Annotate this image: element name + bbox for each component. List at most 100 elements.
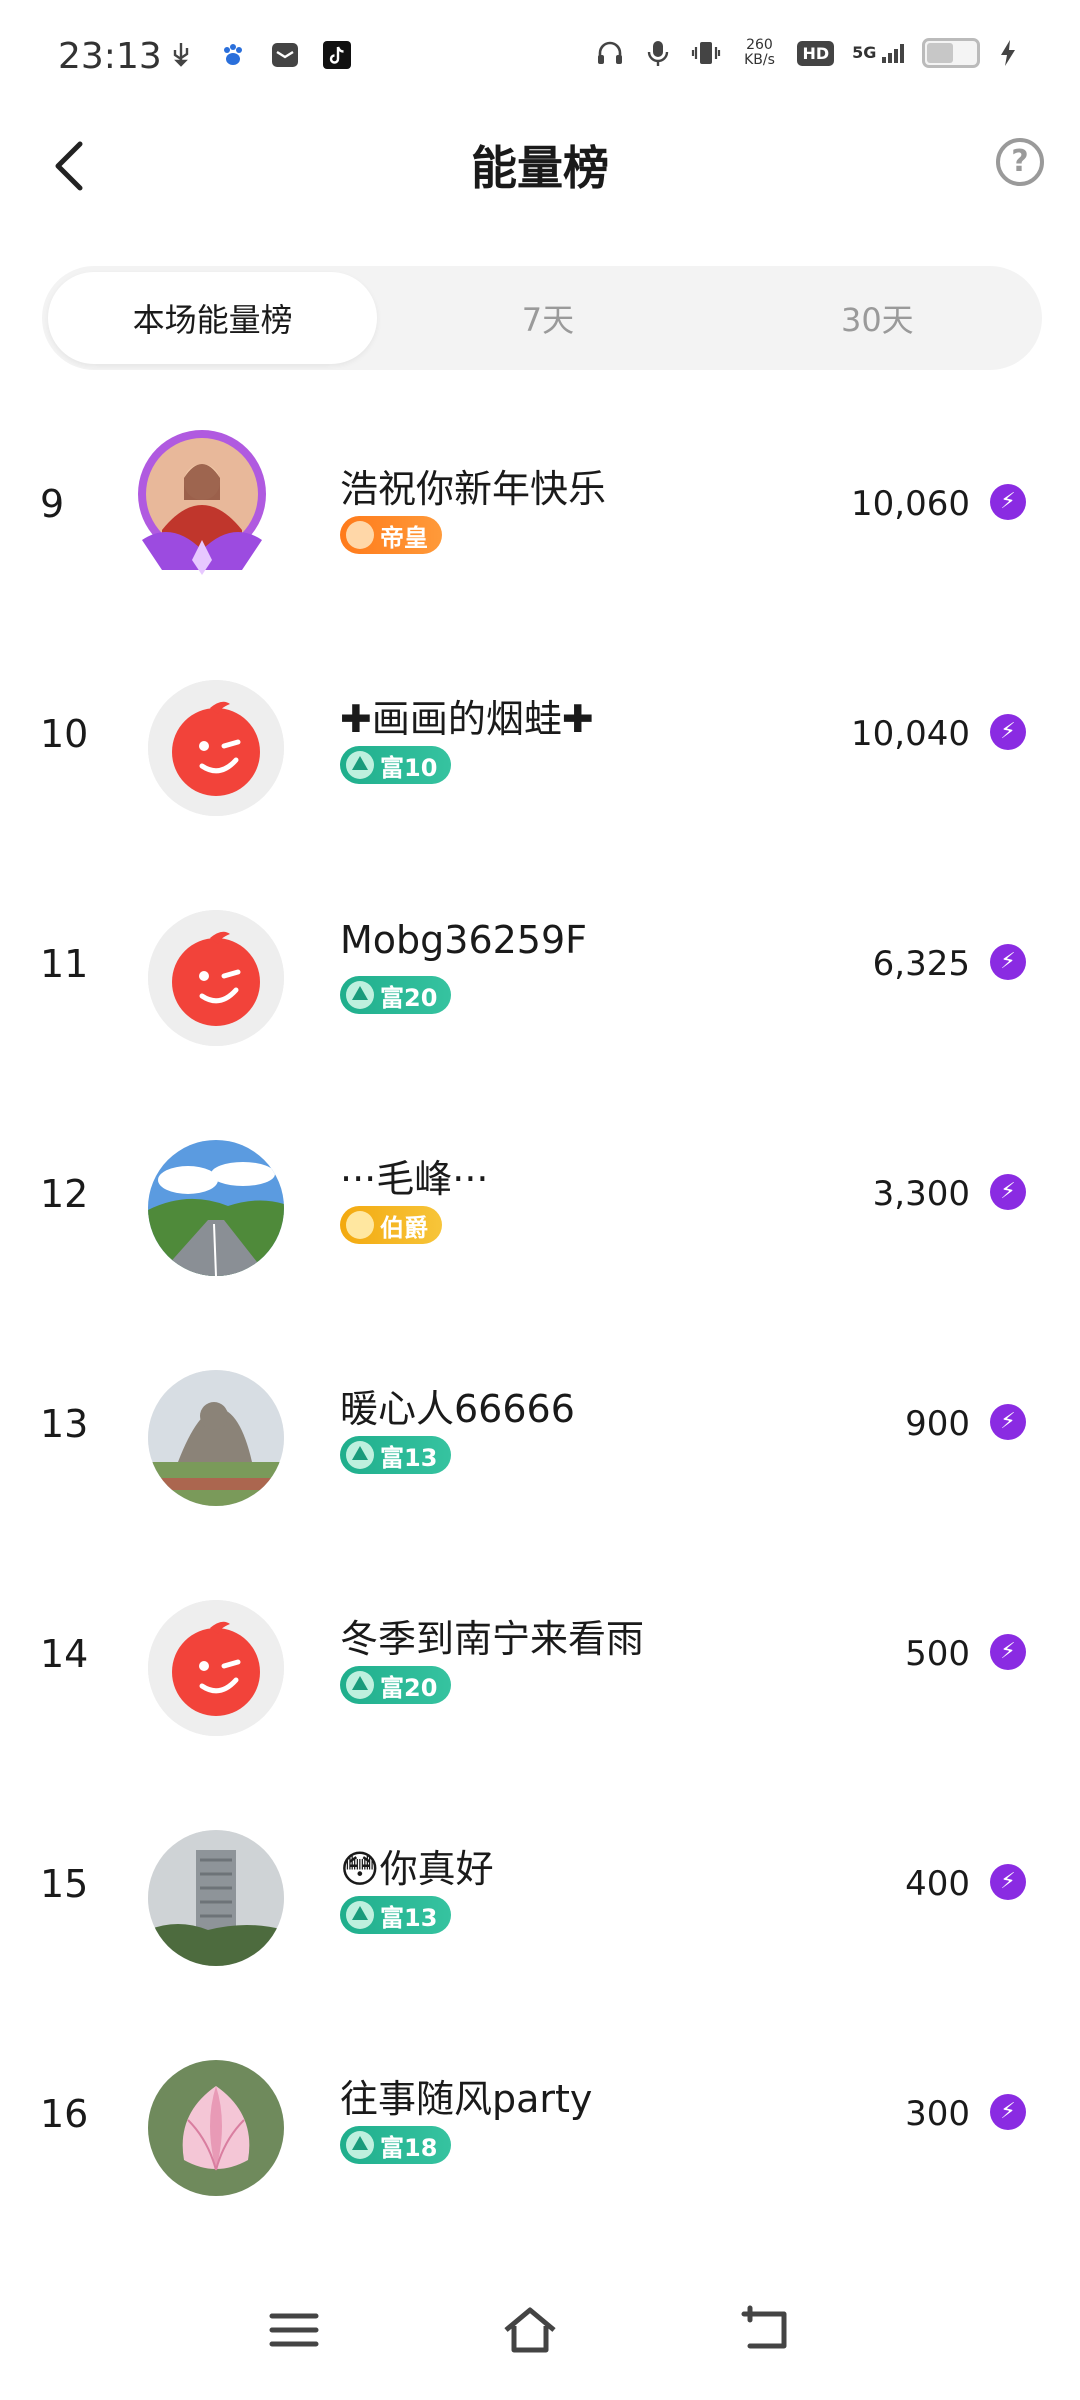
status-left-icons — [166, 40, 352, 70]
menu-button[interactable] — [264, 2300, 324, 2360]
status-time: 23:13 — [58, 36, 162, 77]
energy-bolt-icon — [990, 1634, 1026, 1670]
energy-score: 10,040 — [851, 714, 970, 754]
energy-score: 10,060 — [851, 484, 970, 524]
level-badge-label: 富10 — [380, 753, 438, 782]
level-badge: 富18 — [340, 2126, 452, 2164]
energy-score: 6,325 — [872, 944, 970, 984]
rank-number: 10 — [40, 712, 89, 756]
avatar[interactable] — [122, 420, 282, 580]
microphone-icon — [643, 38, 673, 68]
wealth-level-icon — [346, 751, 374, 779]
level-badge-label: 富13 — [380, 1443, 438, 1472]
wealth-level-icon — [346, 1441, 374, 1469]
net-speed-unit: KB/s — [744, 52, 775, 68]
leaderboard-row[interactable]: 14 冬季到南宁来看雨 富20 500 — [0, 1550, 1080, 1780]
user-name: 😳你真好 — [340, 1847, 494, 1891]
tab-current-session[interactable]: 本场能量榜 — [48, 272, 378, 364]
paw-app-icon — [218, 40, 248, 70]
range-tabs: 本场能量榜 7天 30天 — [42, 266, 1042, 370]
tab-7-days[interactable]: 7天 — [383, 266, 712, 370]
wealth-level-icon — [346, 1901, 374, 1929]
rank-number: 9 — [40, 482, 65, 526]
level-badge-label: 富18 — [380, 2133, 438, 2162]
avatar[interactable] — [148, 1370, 284, 1506]
leaderboard-row[interactable]: 11 Mobg36259F 富20 6,325 — [0, 860, 1080, 1090]
level-badge: 富13 — [340, 1436, 452, 1474]
user-name: Mobg36259F — [340, 918, 588, 962]
user-name: 冬季到南宁来看雨 — [340, 1617, 645, 1661]
rank-number: 13 — [40, 1402, 89, 1446]
rank-number: 16 — [40, 2092, 89, 2136]
rank-number: 15 — [40, 1862, 89, 1906]
level-badge: 帝皇 — [340, 516, 442, 554]
signal-icon: 5G — [852, 43, 904, 64]
user-name: ···毛峰··· — [340, 1157, 489, 1201]
energy-bolt-icon — [990, 944, 1026, 980]
level-badge: 伯爵 — [340, 1206, 442, 1244]
level-badge: 富13 — [340, 1896, 452, 1934]
headphones-icon — [595, 38, 625, 68]
signal-label: 5G — [852, 42, 877, 62]
wealth-level-icon — [346, 2131, 374, 2159]
avatar[interactable] — [148, 1830, 284, 1966]
level-badge: 富20 — [340, 976, 452, 1014]
home-button[interactable] — [500, 2300, 560, 2360]
hd-badge: HD — [797, 40, 835, 66]
energy-bolt-icon — [990, 1174, 1026, 1210]
user-name: 往事随风party — [340, 2077, 593, 2121]
leaderboard-row[interactable]: 16 往事随风party 富18 300 — [0, 2010, 1080, 2240]
energy-score: 400 — [905, 1864, 970, 1904]
leaderboard-row[interactable]: 9 浩祝你新年快乐 帝皇 10,060 — [0, 400, 1080, 630]
rank-number: 11 — [40, 942, 89, 986]
energy-bolt-icon — [990, 1864, 1026, 1900]
charging-icon — [998, 38, 1028, 68]
energy-score: 3,300 — [872, 1174, 970, 1214]
net-speed: 260 KB/s — [739, 38, 779, 68]
avatar[interactable] — [148, 1600, 284, 1736]
energy-score: 900 — [905, 1404, 970, 1444]
tab-30-days[interactable]: 30天 — [713, 266, 1042, 370]
page-title: 能量榜 — [471, 141, 609, 195]
leaderboard-list: 9 浩祝你新年快乐 帝皇 10,060 10 — [0, 400, 1080, 2300]
user-name: ✚画画的烟蛙✚ — [340, 697, 594, 741]
status-bar: 23:13 260 KB/s HD 5G — [0, 0, 1080, 110]
leaderboard-row[interactable]: 12 ···毛峰··· 伯爵 3,300 — [0, 1090, 1080, 1320]
wealth-level-icon — [346, 1671, 374, 1699]
header: 能量榜 ? — [0, 110, 1080, 220]
user-name: 暖心人66666 — [340, 1387, 575, 1431]
energy-bolt-icon — [990, 2094, 1026, 2130]
help-icon[interactable]: ? — [996, 138, 1044, 186]
vibrate-icon — [691, 38, 721, 68]
avatar[interactable] — [148, 910, 284, 1046]
avatar[interactable] — [148, 1140, 284, 1276]
status-right-icons: 260 KB/s HD 5G — [595, 38, 1028, 68]
rank-number: 14 — [40, 1632, 89, 1676]
wealth-level-icon — [346, 981, 374, 1009]
leaderboard-row[interactable]: 13 暖心人66666 富13 900 — [0, 1320, 1080, 1550]
system-nav-bar — [0, 2260, 1080, 2400]
leaderboard-row[interactable]: 10 ✚画画的烟蛙✚ 富10 10,040 — [0, 630, 1080, 860]
leaderboard-row[interactable]: 15 😳你真好 富13 400 — [0, 1780, 1080, 2010]
level-badge: 富10 — [340, 746, 452, 784]
energy-bolt-icon — [990, 484, 1026, 520]
level-badge-label: 富20 — [380, 983, 438, 1012]
avatar[interactable] — [148, 680, 284, 816]
battery-icon — [922, 38, 980, 68]
level-badge-label: 富13 — [380, 1903, 438, 1932]
back-nav-button[interactable] — [736, 2300, 796, 2360]
energy-bolt-icon — [990, 1404, 1026, 1440]
rank-number: 12 — [40, 1172, 89, 1216]
level-badge-label: 帝皇 — [380, 523, 428, 552]
home-icon — [504, 2307, 556, 2353]
level-badge-label: 伯爵 — [380, 1213, 428, 1242]
net-speed-value: 260 — [746, 37, 773, 53]
crown-icon — [346, 521, 374, 549]
tiktok-icon — [322, 40, 352, 70]
level-badge: 富20 — [340, 1666, 452, 1704]
energy-score: 300 — [905, 2094, 970, 2134]
energy-bolt-icon — [990, 714, 1026, 750]
return-icon — [741, 2305, 787, 2349]
avatar[interactable] — [148, 2060, 284, 2196]
energy-score: 500 — [905, 1634, 970, 1674]
